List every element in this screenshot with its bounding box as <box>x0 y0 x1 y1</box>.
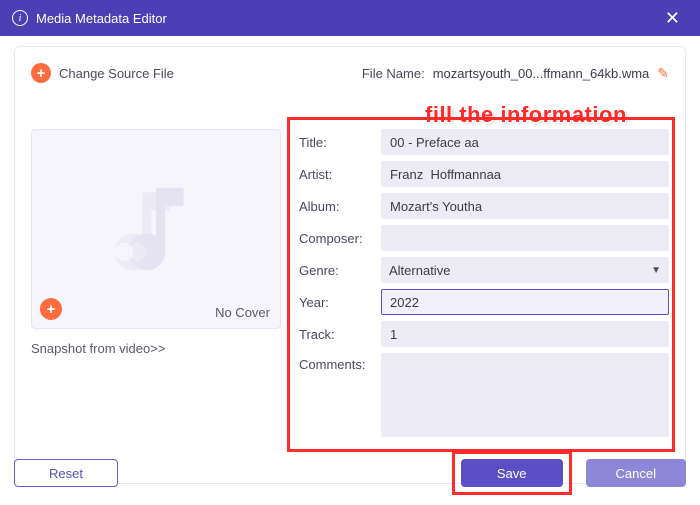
label-album: Album: <box>299 199 381 214</box>
row-track: Track: <box>299 321 669 347</box>
cover-art-box: + No Cover <box>31 129 281 329</box>
panel-topbar: + Change Source File File Name: mozartsy… <box>31 59 669 87</box>
cancel-button[interactable]: Cancel <box>586 459 686 487</box>
window: i Media Metadata Editor ✕ + Change Sourc… <box>0 0 700 505</box>
form-column: Title: Artist: Album: Composer: <box>299 129 669 443</box>
input-year[interactable] <box>381 289 669 315</box>
select-genre[interactable]: Alternative ▼ <box>381 257 669 283</box>
label-genre: Genre: <box>299 263 381 278</box>
file-name-label: File Name: <box>362 66 425 81</box>
titlebar-left: i Media Metadata Editor <box>12 10 167 26</box>
row-year: Year: <box>299 289 669 315</box>
window-title: Media Metadata Editor <box>36 11 167 26</box>
info-icon: i <box>12 10 28 26</box>
label-comments: Comments: <box>299 353 381 372</box>
input-composer[interactable] <box>381 225 669 251</box>
content: + Change Source File File Name: mozartsy… <box>0 36 700 484</box>
label-composer: Composer: <box>299 231 381 246</box>
add-cover-button[interactable]: + <box>40 298 62 320</box>
annotation-callout: fill the information <box>425 102 627 128</box>
chevron-down-icon: ▼ <box>651 265 661 276</box>
row-genre: Genre: Alternative ▼ <box>299 257 669 283</box>
edit-filename-icon[interactable]: ✎ <box>657 65 669 82</box>
no-cover-label: No Cover <box>215 305 270 320</box>
input-track[interactable] <box>381 321 669 347</box>
cover-column: + No Cover Snapshot from video>> <box>31 129 281 443</box>
save-button[interactable]: Save <box>461 459 563 487</box>
change-source-label: Change Source File <box>59 66 174 81</box>
row-composer: Composer: <box>299 225 669 251</box>
input-title[interactable] <box>381 129 669 155</box>
plus-icon: + <box>31 63 51 83</box>
row-comments: Comments: <box>299 353 669 437</box>
row-title: Title: <box>299 129 669 155</box>
input-album[interactable] <box>381 193 669 219</box>
label-track: Track: <box>299 327 381 342</box>
file-name-display: File Name: mozartsyouth_00...ffmann_64kb… <box>362 65 669 82</box>
row-album: Album: <box>299 193 669 219</box>
body-row: + No Cover Snapshot from video>> Title: … <box>31 129 669 443</box>
footer-right: Save Cancel <box>452 451 686 495</box>
titlebar: i Media Metadata Editor ✕ <box>0 0 700 36</box>
label-title: Title: <box>299 135 381 150</box>
label-year: Year: <box>299 295 381 310</box>
input-artist[interactable] <box>381 161 669 187</box>
input-comments[interactable] <box>381 353 669 437</box>
row-artist: Artist: <box>299 161 669 187</box>
main-panel: + Change Source File File Name: mozartsy… <box>14 46 686 484</box>
footer: Reset Save Cancel <box>14 451 686 495</box>
reset-button[interactable]: Reset <box>14 459 118 487</box>
change-source-file-button[interactable]: + Change Source File <box>31 63 174 83</box>
select-genre-value: Alternative <box>389 263 450 278</box>
annotation-highlight-save: Save <box>452 451 572 495</box>
music-note-icon <box>101 174 211 284</box>
file-name-value: mozartsyouth_00...ffmann_64kb.wma <box>433 66 650 81</box>
close-icon[interactable]: ✕ <box>657 4 688 33</box>
label-artist: Artist: <box>299 167 381 182</box>
snapshot-from-video-link[interactable]: Snapshot from video>> <box>31 341 281 356</box>
